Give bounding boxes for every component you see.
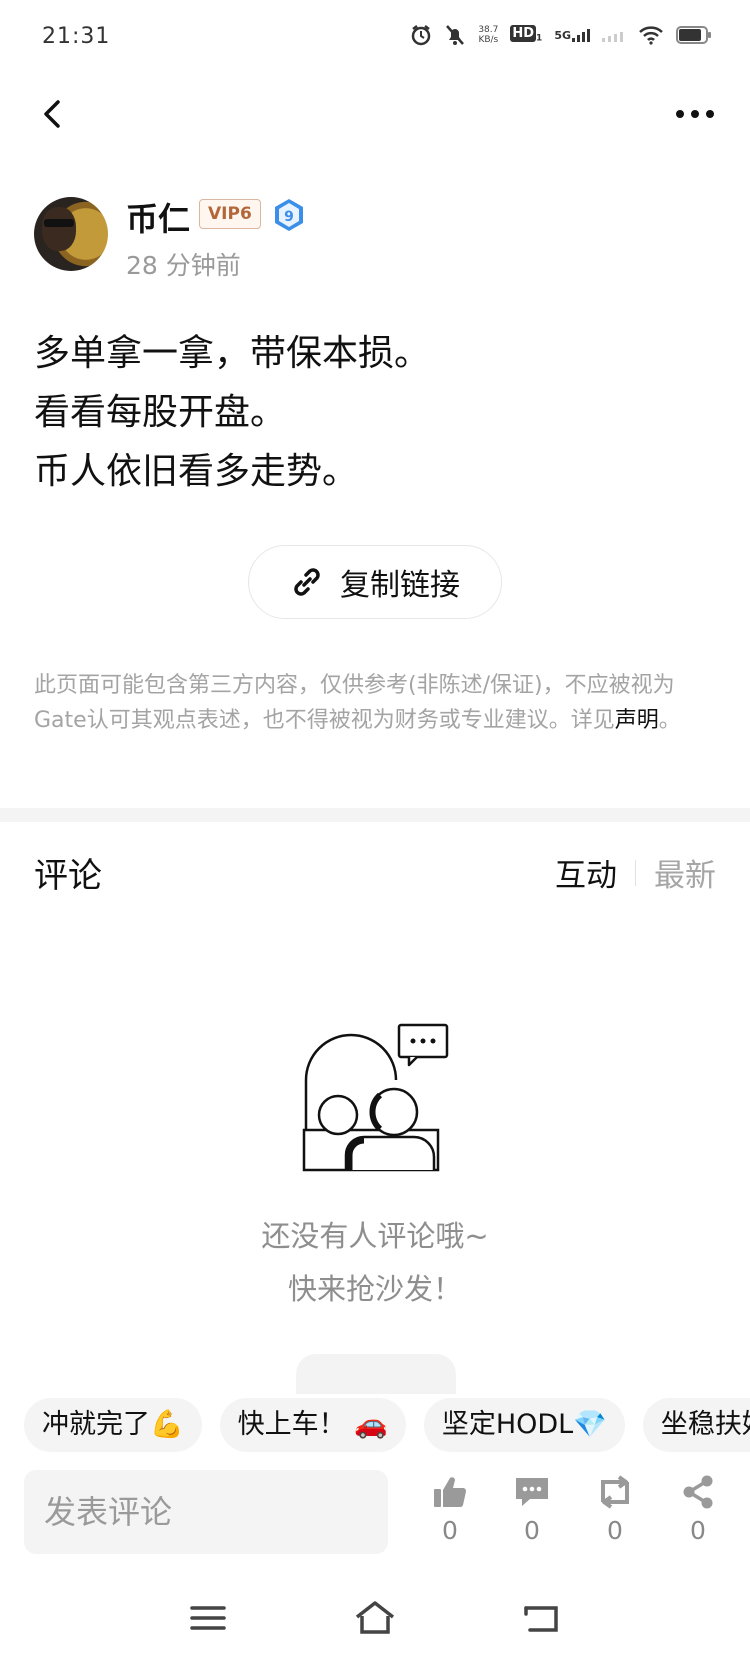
post-time: 28 分钟前 bbox=[126, 251, 241, 280]
quick-reply-chip[interactable]: 冲就完了💪 bbox=[24, 1398, 202, 1452]
partially-hidden-button bbox=[296, 1354, 456, 1394]
home-icon[interactable] bbox=[352, 1598, 398, 1638]
copy-link-button[interactable]: 复制链接 bbox=[248, 545, 502, 619]
back-icon[interactable] bbox=[30, 92, 74, 136]
status-bar: 21:31 38.7 KB/s HD 1 5G bbox=[0, 0, 750, 80]
like-icon bbox=[434, 1477, 467, 1508]
status-icons: 38.7 KB/s HD 1 5G bbox=[410, 24, 712, 46]
disclaimer: 此页面可能包含第三方内容，仅供参考(非陈述/保证)，不应被视为Gate认可其观点… bbox=[34, 668, 714, 738]
repost-count: 0 bbox=[607, 1516, 623, 1545]
quick-reply-chip[interactable]: 坐稳扶好 bbox=[642, 1398, 750, 1452]
comment-sort-tabs: 互动 最新 bbox=[555, 850, 716, 895]
hd-sub: 1 bbox=[536, 33, 543, 44]
sort-tab-interactive[interactable]: 互动 bbox=[555, 850, 617, 895]
repost-button[interactable]: 0 bbox=[585, 1474, 645, 1545]
section-divider bbox=[0, 808, 750, 822]
level-badge-icon: 9 bbox=[275, 199, 303, 231]
hd-label: HD bbox=[510, 25, 537, 43]
quick-reply-chip[interactable]: 坚定HODL💎 bbox=[423, 1398, 625, 1452]
empty-comments-text: 还没有人评论哦~ bbox=[261, 1219, 489, 1253]
comment-icon bbox=[516, 1478, 548, 1506]
author-name[interactable]: 币仁 bbox=[126, 194, 190, 240]
avatar-face bbox=[42, 207, 76, 251]
quick-reply-chips: 冲就完了💪 快上车！ 🚗 坚定HODL💎 坐稳扶好 bbox=[24, 1398, 750, 1454]
hd-indicator: HD 1 bbox=[510, 25, 543, 44]
network-indicator: 5G bbox=[554, 28, 590, 42]
post-line: 多单拿一拿，带保本损。 bbox=[34, 333, 431, 374]
mute-icon bbox=[446, 25, 465, 45]
repost-icon bbox=[601, 1475, 629, 1509]
top-nav bbox=[0, 82, 750, 146]
system-nav-bar bbox=[0, 1580, 750, 1659]
link-icon bbox=[294, 568, 320, 596]
share-count: 0 bbox=[690, 1516, 706, 1545]
comment-button[interactable]: 0 bbox=[502, 1474, 562, 1545]
post-line: 币人依旧看多走势。 bbox=[34, 451, 359, 492]
share-icon bbox=[683, 1475, 713, 1509]
quick-reply-chip[interactable]: 快上车！ 🚗 bbox=[219, 1398, 406, 1452]
disclaimer-text: 此页面可能包含第三方内容，仅供参考(非陈述/保证)，不应被视为Gate认可其观点… bbox=[34, 673, 675, 733]
author-avatar[interactable] bbox=[34, 197, 108, 271]
empty-comments-subtext: 快来抢沙发！ bbox=[287, 1272, 462, 1306]
net-speed: 38.7 KB/s bbox=[478, 25, 498, 45]
signal-icon-2 bbox=[602, 32, 623, 42]
avatar-glasses bbox=[44, 219, 74, 227]
level-number: 9 bbox=[284, 209, 294, 225]
wifi-icon bbox=[639, 26, 663, 45]
disclaimer-link[interactable]: 声明 bbox=[615, 708, 659, 733]
like-count: 0 bbox=[442, 1516, 458, 1545]
post-line: 看看每股开盘。 bbox=[34, 392, 287, 433]
comments-title: 评论 bbox=[34, 856, 102, 896]
alarm-icon bbox=[412, 25, 431, 46]
menu-icon[interactable] bbox=[185, 1598, 231, 1638]
like-button[interactable]: 0 bbox=[420, 1474, 480, 1545]
comment-count: 0 bbox=[524, 1516, 540, 1545]
signal-icon bbox=[572, 29, 590, 42]
share-button[interactable]: 0 bbox=[668, 1474, 728, 1545]
disclaimer-end: 。 bbox=[658, 708, 681, 733]
vip-badge: VIP6 bbox=[199, 199, 261, 229]
comment-input[interactable]: 发表评论 bbox=[24, 1470, 388, 1554]
back-nav-icon[interactable] bbox=[518, 1598, 564, 1638]
net-speed-unit: KB/s bbox=[478, 35, 499, 45]
network-label: 5G bbox=[554, 29, 571, 42]
sort-tab-latest[interactable]: 最新 bbox=[654, 850, 716, 895]
battery-icon bbox=[676, 26, 711, 44]
more-icon[interactable] bbox=[670, 92, 720, 136]
net-speed-value: 38.7 bbox=[478, 25, 499, 35]
sort-separator bbox=[635, 859, 636, 886]
post-content: 多单拿一拿，带保本损。 看看每股开盘。 币人依旧看多走势。 bbox=[34, 324, 714, 501]
copy-link-label: 复制链接 bbox=[340, 568, 460, 603]
status-time: 21:31 bbox=[42, 24, 111, 49]
empty-comments-illustration bbox=[302, 1023, 449, 1172]
